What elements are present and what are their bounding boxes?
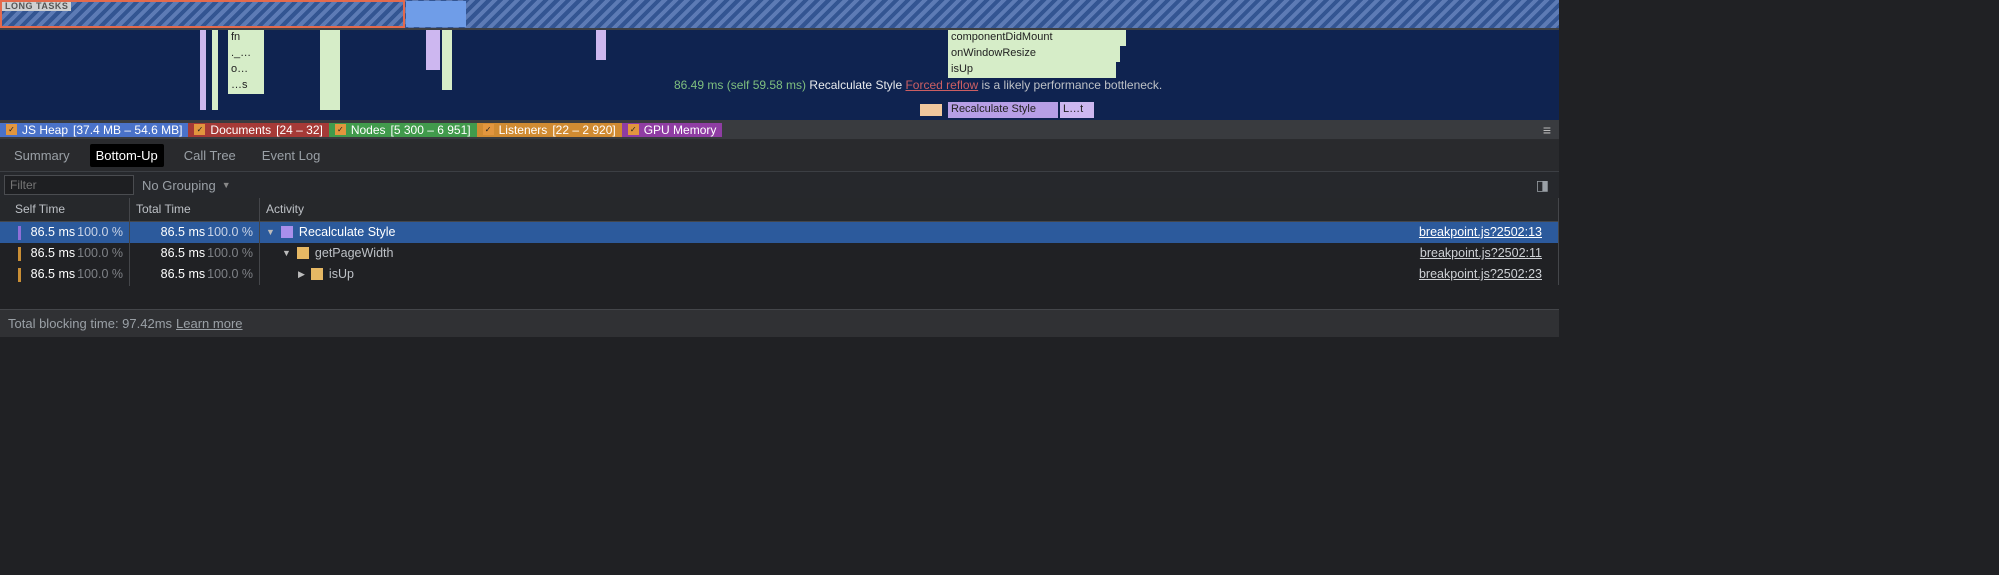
show-sidebar-icon[interactable]: ◨	[1530, 177, 1555, 194]
tooltip-name: Recalculate Style	[809, 78, 902, 92]
flame-tooltip: 86.49 ms (self 59.58 ms) Recalculate Sty…	[674, 78, 1162, 92]
table-row[interactable]: 86.5 ms100.0 % 86.5 ms100.0 % ▶ isUp bre…	[0, 264, 1559, 285]
flame-fn2[interactable]: ._…	[228, 46, 264, 62]
memory-js-heap[interactable]: ✓ JS Heap [37.4 MB – 54.6 MB]	[0, 123, 188, 137]
overview-task-block	[406, 1, 466, 27]
bottom-up-table: Self Time Total Time Activity 86.5 ms100…	[0, 198, 1559, 285]
flame-sliver	[320, 30, 340, 110]
disclosure-triangle-icon[interactable]: ▼	[266, 227, 275, 237]
disclosure-triangle-icon[interactable]: ▶	[298, 269, 305, 280]
memory-documents-label: Documents	[210, 123, 271, 137]
flame-scall[interactable]: …s	[228, 78, 264, 94]
total-time-pct: 100.0 %	[207, 246, 253, 260]
total-time-pct: 100.0 %	[207, 225, 253, 239]
tooltip-timing: 86.49 ms (self 59.58 ms)	[674, 78, 806, 92]
total-time-value: 86.5 ms	[161, 267, 205, 281]
source-link[interactable]: breakpoint.js?2502:11	[1420, 246, 1552, 260]
total-time-pct: 100.0 %	[207, 267, 253, 281]
tab-event-log[interactable]: Event Log	[256, 144, 327, 167]
self-time-value: 86.5 ms	[31, 246, 75, 260]
activity-name: isUp	[329, 267, 354, 281]
checkbox-icon[interactable]: ✓	[628, 124, 639, 135]
memory-documents[interactable]: ✓ Documents [24 – 32]	[188, 123, 328, 137]
memory-documents-range: [24 – 32]	[276, 123, 323, 137]
memory-listeners[interactable]: ✓ Listeners [22 – 2 920]	[477, 123, 622, 137]
self-time-value: 86.5 ms	[31, 267, 75, 281]
tab-summary[interactable]: Summary	[8, 144, 76, 167]
memory-gpu[interactable]: ✓ GPU Memory	[622, 123, 723, 137]
header-total-time[interactable]: Total Time	[130, 198, 260, 221]
flame-sliver	[426, 30, 440, 70]
memory-nodes[interactable]: ✓ Nodes [5 300 – 6 951]	[329, 123, 477, 137]
header-activity[interactable]: Activity	[260, 198, 1559, 221]
tab-bottom-up[interactable]: Bottom-Up	[90, 144, 164, 167]
checkbox-icon[interactable]: ✓	[194, 124, 205, 135]
self-time-pct: 100.0 %	[77, 246, 123, 260]
total-time-value: 86.5 ms	[161, 225, 205, 239]
checkbox-icon[interactable]: ✓	[6, 124, 17, 135]
flame-warn	[920, 104, 942, 116]
memory-gpu-label: GPU Memory	[644, 123, 717, 137]
flame-chart[interactable]: fn ._… o… …s componentDidMount onWindowR…	[0, 30, 1559, 120]
self-time-value: 86.5 ms	[31, 225, 75, 239]
flame-sliver	[596, 30, 606, 60]
table-header: Self Time Total Time Activity	[0, 198, 1559, 222]
flame-sliver	[200, 30, 206, 110]
flame-recalculate-style[interactable]: Recalculate Style	[948, 102, 1058, 118]
filter-input[interactable]	[4, 175, 134, 195]
filter-bar: No Grouping ▼ ◨	[0, 172, 1559, 198]
activity-swatch	[311, 268, 323, 280]
detail-tabs: Summary Bottom-Up Call Tree Event Log	[0, 140, 1559, 172]
activity-name: Recalculate Style	[299, 225, 396, 239]
memory-js-heap-label: JS Heap	[22, 123, 68, 137]
flame-on-window-resize[interactable]: onWindowResize	[948, 46, 1120, 62]
flame-layout[interactable]: L…t	[1060, 102, 1094, 118]
tooltip-rest: is a likely performance bottleneck.	[982, 78, 1163, 92]
source-link[interactable]: breakpoint.js?2502:23	[1419, 267, 1552, 281]
memory-nodes-label: Nodes	[351, 123, 386, 137]
flame-sliver	[212, 30, 218, 110]
tooltip-forced-reflow-link: Forced reflow	[905, 78, 978, 92]
tab-call-tree[interactable]: Call Tree	[178, 144, 242, 167]
self-time-pct: 100.0 %	[77, 267, 123, 281]
memory-listeners-range: [22 – 2 920]	[552, 123, 615, 137]
grouping-select[interactable]: No Grouping ▼	[142, 178, 231, 193]
memory-nodes-range: [5 300 – 6 951]	[391, 123, 471, 137]
settings-icon[interactable]: ≡	[1535, 122, 1559, 138]
checkbox-icon[interactable]: ✓	[335, 124, 346, 135]
activity-swatch	[281, 226, 293, 238]
overview-strip[interactable]: LONG TASKS	[0, 0, 1559, 30]
activity-swatch	[297, 247, 309, 259]
self-time-pct: 100.0 %	[77, 225, 123, 239]
long-tasks-label: LONG TASKS	[2, 1, 71, 11]
checkbox-icon[interactable]: ✓	[483, 124, 494, 135]
memory-js-heap-range: [37.4 MB – 54.6 MB]	[73, 123, 182, 137]
grouping-label: No Grouping	[142, 178, 216, 193]
header-self-time[interactable]: Self Time	[0, 198, 130, 221]
footer: Total blocking time: 97.42ms Learn more	[0, 309, 1559, 337]
flame-sliver	[442, 30, 452, 90]
memory-legend: ✓ JS Heap [37.4 MB – 54.6 MB] ✓ Documents…	[0, 120, 1559, 140]
chevron-down-icon: ▼	[222, 180, 231, 190]
table-row[interactable]: 86.5 ms100.0 % 86.5 ms100.0 % ▼ Recalcul…	[0, 222, 1559, 243]
total-time-value: 86.5 ms	[161, 246, 205, 260]
source-link[interactable]: breakpoint.js?2502:13	[1419, 225, 1552, 239]
activity-name: getPageWidth	[315, 246, 394, 260]
disclosure-triangle-icon[interactable]: ▼	[282, 248, 291, 258]
memory-listeners-label: Listeners	[499, 123, 548, 137]
flame-ocall[interactable]: o…	[228, 62, 264, 78]
total-blocking-time: Total blocking time: 97.42ms	[8, 316, 172, 331]
flame-is-up[interactable]: isUp	[948, 62, 1116, 78]
flame-fn[interactable]: fn	[228, 30, 264, 46]
table-row[interactable]: 86.5 ms100.0 % 86.5 ms100.0 % ▼ getPageW…	[0, 243, 1559, 264]
learn-more-link[interactable]: Learn more	[176, 316, 242, 331]
flame-component-did-mount[interactable]: componentDidMount	[948, 30, 1126, 46]
